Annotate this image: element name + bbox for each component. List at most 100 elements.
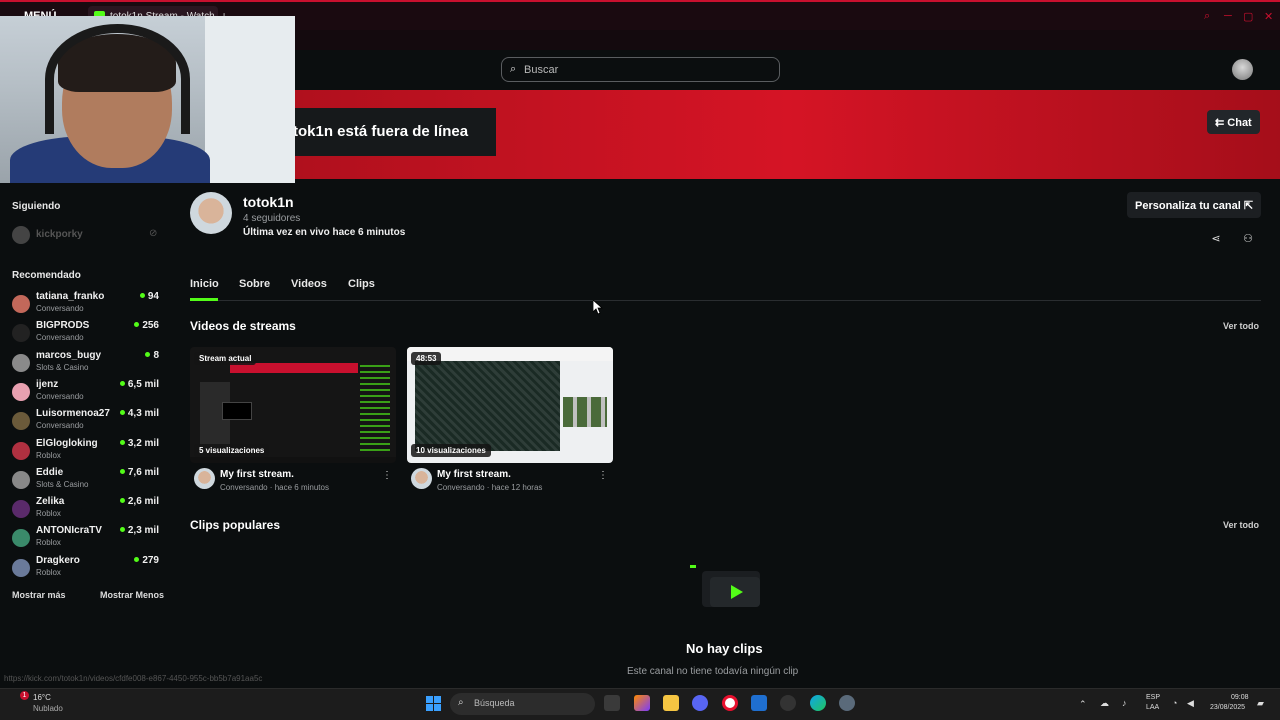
weather-temp[interactable]: 16°C bbox=[33, 693, 51, 702]
channel-category: Roblox bbox=[36, 450, 61, 460]
tab-clips[interactable]: Clips bbox=[348, 278, 375, 290]
recommended-item[interactable]: tatiana_franko Conversando 94 bbox=[12, 291, 162, 319]
recommended-item[interactable]: Zelika Roblox 2,6 mil bbox=[12, 496, 162, 524]
recommended-item[interactable]: Eddie Slots & Casino 7,6 mil bbox=[12, 467, 162, 495]
store-icon[interactable] bbox=[751, 695, 767, 711]
mouse-cursor-icon bbox=[593, 300, 603, 315]
recommended-item[interactable]: ijenz Conversando 6,5 mil bbox=[12, 379, 162, 407]
close-icon[interactable]: ✕ bbox=[1264, 10, 1273, 23]
video-views: 5 visualizaciones bbox=[194, 444, 270, 457]
more-options-icon[interactable]: ⋮ bbox=[382, 470, 392, 481]
viewer-count: 279 bbox=[134, 555, 159, 566]
video-thumbnail[interactable]: 48:53 10 visualizaciones bbox=[407, 347, 613, 463]
language-top[interactable]: ESP bbox=[1146, 694, 1160, 701]
avatar[interactable] bbox=[411, 468, 432, 489]
network-icon[interactable]: ◔ bbox=[1172, 698, 1177, 708]
taskbar-search[interactable]: ⌕ Búsqueda bbox=[450, 693, 595, 715]
avatar bbox=[12, 324, 30, 343]
notifications-icon[interactable]: ▰ bbox=[1257, 698, 1264, 709]
task-view-icon[interactable] bbox=[604, 695, 620, 711]
channel-name: totok1n bbox=[243, 194, 294, 210]
tab-inicio[interactable]: Inicio bbox=[190, 278, 219, 290]
tab-sobre[interactable]: Sobre bbox=[239, 278, 270, 290]
show-more-link[interactable]: Mostrar más bbox=[12, 590, 66, 600]
channel-name: ANTONIcraTV bbox=[36, 525, 102, 537]
viewer-count: 6,5 mil bbox=[119, 379, 159, 390]
following-name: kickporky bbox=[36, 229, 83, 240]
viewer-count: 256 bbox=[134, 320, 159, 331]
clock-date[interactable]: 23/08/2025 bbox=[1210, 704, 1245, 711]
avatar bbox=[12, 412, 30, 431]
clips-see-all-link[interactable]: Ver todo bbox=[1223, 520, 1259, 530]
video-title[interactable]: My first stream. bbox=[220, 469, 294, 480]
settings-icon[interactable] bbox=[839, 695, 855, 711]
viewer-number: 256 bbox=[142, 320, 159, 332]
thumb-grid bbox=[415, 361, 560, 451]
recommended-item[interactable]: Luisormenoa27 Conversando 4,3 mil bbox=[12, 408, 162, 436]
channel-category: Roblox bbox=[36, 538, 61, 548]
cloud-icon[interactable]: ☁ bbox=[1100, 698, 1109, 709]
tabs-divider bbox=[190, 300, 1261, 301]
tab-videos[interactable]: Videos bbox=[291, 278, 327, 290]
channel-category: Roblox bbox=[36, 509, 61, 519]
recommended-item[interactable]: Dragkero Roblox 279 bbox=[12, 555, 162, 583]
headset-icon bbox=[45, 24, 190, 134]
customize-channel-button[interactable]: Personaliza tu canal ⇱ bbox=[1127, 192, 1261, 218]
language-bottom[interactable]: LAA bbox=[1146, 704, 1159, 711]
avatar[interactable] bbox=[194, 468, 215, 489]
avatar bbox=[12, 226, 30, 244]
copilot-icon[interactable] bbox=[634, 695, 650, 711]
edge-icon[interactable] bbox=[810, 695, 826, 711]
viewer-number: 279 bbox=[142, 554, 159, 566]
chat-toggle-icon: ⇇ bbox=[1215, 117, 1228, 129]
add-user-icon[interactable]: ⚇ bbox=[1240, 231, 1256, 247]
recommended-item[interactable]: ANTONIcraTV Roblox 2,3 mil bbox=[12, 525, 162, 553]
channel-category: Conversando bbox=[36, 421, 84, 431]
clock-time[interactable]: 09:08 bbox=[1231, 694, 1249, 701]
thumb-tiles bbox=[563, 397, 607, 427]
app-icon[interactable] bbox=[780, 695, 796, 711]
taskbar-search-placeholder: Búsqueda bbox=[474, 698, 515, 708]
viewer-count: 7,6 mil bbox=[119, 467, 159, 478]
show-less-link[interactable]: Mostrar Menos bbox=[100, 590, 164, 600]
search-tabs-icon[interactable]: ⌕ bbox=[1204, 10, 1210, 23]
volume-icon[interactable]: ◀ bbox=[1187, 698, 1194, 709]
maximize-icon[interactable]: ▢ bbox=[1243, 10, 1253, 23]
mic-icon[interactable]: ♪ bbox=[1122, 698, 1127, 708]
channel-category: Slots & Casino bbox=[36, 479, 89, 489]
viewer-number: 2,6 mil bbox=[127, 496, 159, 508]
avatar bbox=[12, 529, 30, 548]
avatar bbox=[12, 353, 30, 372]
file-explorer-icon[interactable] bbox=[663, 695, 679, 711]
opera-gx-icon[interactable] bbox=[722, 695, 738, 711]
video-title[interactable]: My first stream. bbox=[437, 469, 511, 480]
thumb-chat bbox=[360, 365, 390, 455]
recommended-item[interactable]: marcos_bugy Slots & Casino 8 bbox=[12, 350, 162, 378]
chat-button[interactable]: ⇇ Chat bbox=[1207, 110, 1260, 134]
search-input[interactable]: ⌕ Buscar bbox=[501, 57, 780, 82]
channel-category: Conversando bbox=[36, 304, 84, 313]
channel-avatar[interactable] bbox=[190, 192, 232, 234]
viewer-count: 94 bbox=[139, 291, 159, 302]
viewer-count: 3,2 mil bbox=[119, 438, 159, 449]
weather-desc: Nublado bbox=[33, 704, 63, 713]
live-dot-icon bbox=[119, 439, 125, 445]
chevron-up-icon[interactable]: ⌃ bbox=[1079, 699, 1087, 710]
recommended-item[interactable]: BIGPRODS Conversando 256 bbox=[12, 320, 162, 348]
avatar bbox=[12, 470, 30, 489]
channel-name: tatiana_franko bbox=[36, 291, 105, 302]
share-icon[interactable]: ⋖ bbox=[1208, 231, 1224, 247]
video-meta: Conversando · hace 6 minutos bbox=[220, 483, 329, 492]
videos-see-all-link[interactable]: Ver todo bbox=[1223, 321, 1259, 331]
live-dot-icon bbox=[145, 351, 151, 357]
windows-start-icon[interactable] bbox=[426, 696, 441, 711]
minimize-icon[interactable]: ─ bbox=[1224, 10, 1232, 22]
more-options-icon[interactable]: ⋮ bbox=[598, 470, 608, 481]
discord-icon[interactable] bbox=[692, 695, 708, 711]
following-item[interactable]: kickporky ⊘ bbox=[12, 226, 162, 244]
channel-name: marcos_bugy bbox=[36, 349, 102, 361]
video-thumbnail[interactable]: Stream actual 5 visualizaciones bbox=[190, 347, 396, 463]
recommended-item[interactable]: ElGlogloking Roblox 3,2 mil bbox=[12, 438, 162, 466]
user-avatar[interactable] bbox=[1232, 59, 1253, 80]
viewer-number: 8 bbox=[153, 349, 159, 361]
